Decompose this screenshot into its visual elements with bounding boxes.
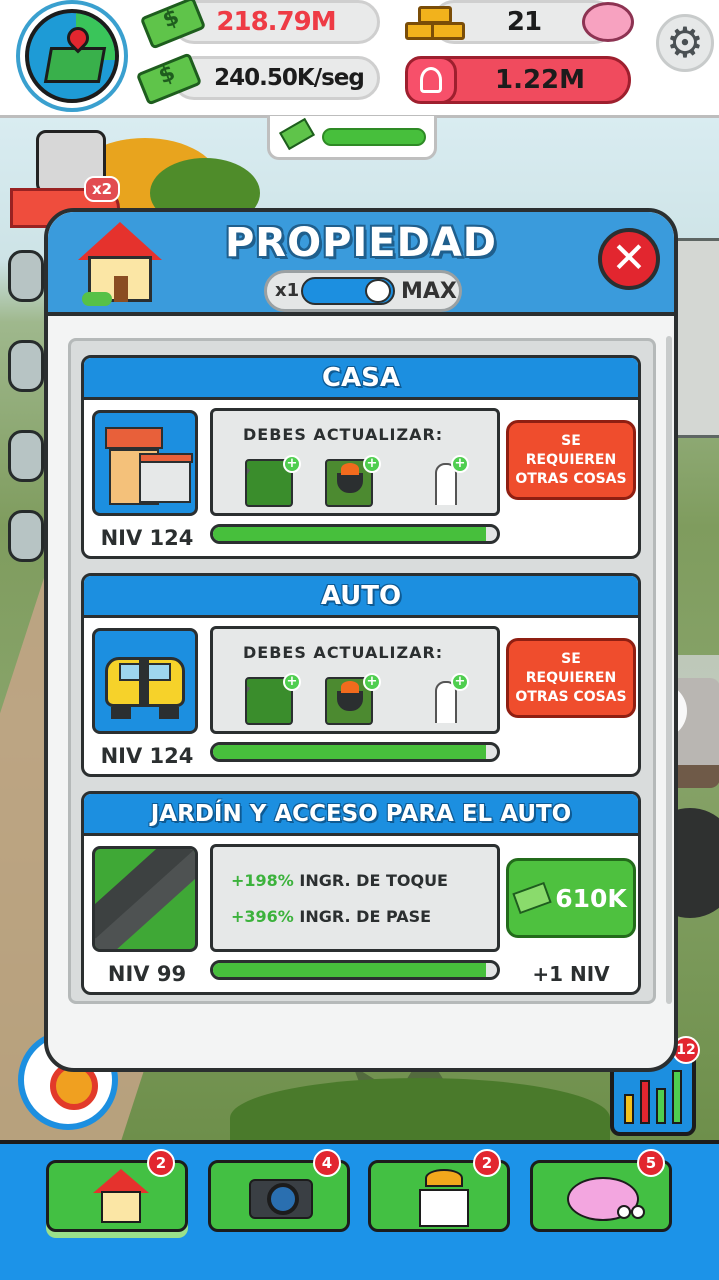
property-modal: PROPIEDAD ✕ x1 MAX CASA DEBES ACTUALIZAR… [44,208,678,1072]
requirements-title: DEBES ACTUALIZAR: [243,643,444,662]
next-level-label: +1 NIV [532,962,610,986]
multiplier-badge: x2 [84,176,120,202]
piggy-bank-icon[interactable] [582,2,634,42]
car-icon [92,628,198,734]
level-label: NIV 124 [100,744,194,768]
requirements-button[interactable]: SE REQUIEREN OTRAS COSAS [506,420,636,500]
tshirt-icon [415,1169,471,1227]
modal-header: PROPIEDAD ✕ x1 MAX [48,212,674,316]
upgrade-card-casa: CASA DEBES ACTUALIZAR: + + + SE REQUIERE… [81,355,641,559]
brain-icon [567,1169,645,1225]
plus-icon: + [451,673,469,691]
plus-icon: + [451,455,469,473]
bonus-pct: +396% [231,907,294,926]
upgrade-card-auto: AUTO DEBES ACTUALIZAR: + + + SE REQUIERE… [81,573,641,777]
notification-badge: 4 [313,1149,341,1177]
upgrade-list[interactable]: CASA DEBES ACTUALIZAR: + + + SE REQUIERE… [68,338,656,1004]
bonus-box: +198% INGR. DE TOQUE +396% INGR. DE PASE [210,844,500,952]
cash-icon [279,117,315,151]
requirements-title: DEBES ACTUALIZAR: [243,425,444,444]
bonus-label: INGR. DE PASE [299,907,432,926]
card-title: AUTO [84,576,638,618]
side-button[interactable] [8,430,44,482]
toggle-track[interactable] [301,277,395,305]
notification-badge: 2 [473,1149,501,1177]
nav-camera-button[interactable]: 4 [208,1149,350,1232]
notification-badge: 2 [147,1149,175,1177]
notification-badge: 5 [637,1149,665,1177]
level-progress-fill [213,963,486,977]
level-progress-fill [213,745,486,759]
requirements-box: DEBES ACTUALIZAR: + + + [210,626,500,734]
bottom-nav: 2 4 2 5 [0,1140,719,1280]
settings-button[interactable]: ⚙ [656,14,714,72]
level-label: NIV 124 [100,526,194,550]
upgrade-card-garden: JARDÍN Y ACCESO PARA EL AUTO +198% INGR.… [81,791,641,995]
house-icon [93,1169,149,1225]
cash-icon [512,881,552,915]
gold-bars-icon [405,6,467,42]
camera-icon [249,1169,313,1225]
price-value: 610K [555,883,627,913]
nav-clothing-button[interactable]: 2 [368,1149,510,1232]
side-button[interactable] [8,510,44,562]
toggle-x1-label: x1 [275,280,300,301]
side-button[interactable] [8,340,44,392]
scrollbar[interactable] [666,336,672,1004]
plus-icon: + [363,673,381,691]
side-button[interactable] [8,250,44,302]
boost-bar[interactable] [267,116,437,160]
bonus-label: INGR. DE TOQUE [299,871,448,890]
bonus-pct: +198% [231,871,294,890]
toggle-max-label: MAX [401,279,457,304]
person-icon [405,56,457,104]
boost-progress [322,128,426,146]
nav-skills-button[interactable]: 5 [530,1149,672,1232]
buy-upgrade-button[interactable]: 610K [506,858,636,938]
map-icon [25,9,119,103]
level-progress [210,960,500,980]
close-button[interactable]: ✕ [598,228,660,290]
map-button[interactable] [16,0,128,112]
plus-icon: + [363,455,381,473]
level-progress-fill [213,527,486,541]
tap-income-bonus: +198% INGR. DE TOQUE [231,871,448,890]
plus-icon: + [283,673,301,691]
shrubs [230,1078,610,1140]
requirements-box: DEBES ACTUALIZAR: + + + [210,408,500,516]
level-progress [210,742,500,762]
modal-title: PROPIEDAD [224,220,497,266]
pass-income-bonus: +396% INGR. DE PASE [231,907,431,926]
gold-value: 21 [506,7,542,37]
close-x-icon: ✕ [611,233,647,282]
level-progress [210,524,500,544]
requirements-button[interactable]: SE REQUIEREN OTRAS COSAS [506,638,636,718]
followers-value: 1.22M [494,65,586,95]
quantity-toggle[interactable]: x1 MAX [264,270,462,312]
income-rate-counter: 240.50K/seg [172,56,380,100]
toggle-knob[interactable] [365,279,391,303]
driveway-icon [92,846,198,952]
money-value: 218.79M [216,7,336,37]
house-building-icon [92,410,198,516]
top-bar: 218.79M 240.50K/seg 21 1.22M ⚙ [0,0,719,118]
card-title: JARDÍN Y ACCESO PARA EL AUTO [84,794,638,836]
income-rate-value: 240.50K/seg [214,65,365,91]
gear-icon: ⚙ [666,18,704,67]
level-label: NIV 99 [107,962,187,986]
card-title: CASA [84,358,638,400]
nav-property-button[interactable]: 2 [46,1149,188,1232]
plus-icon: + [283,455,301,473]
